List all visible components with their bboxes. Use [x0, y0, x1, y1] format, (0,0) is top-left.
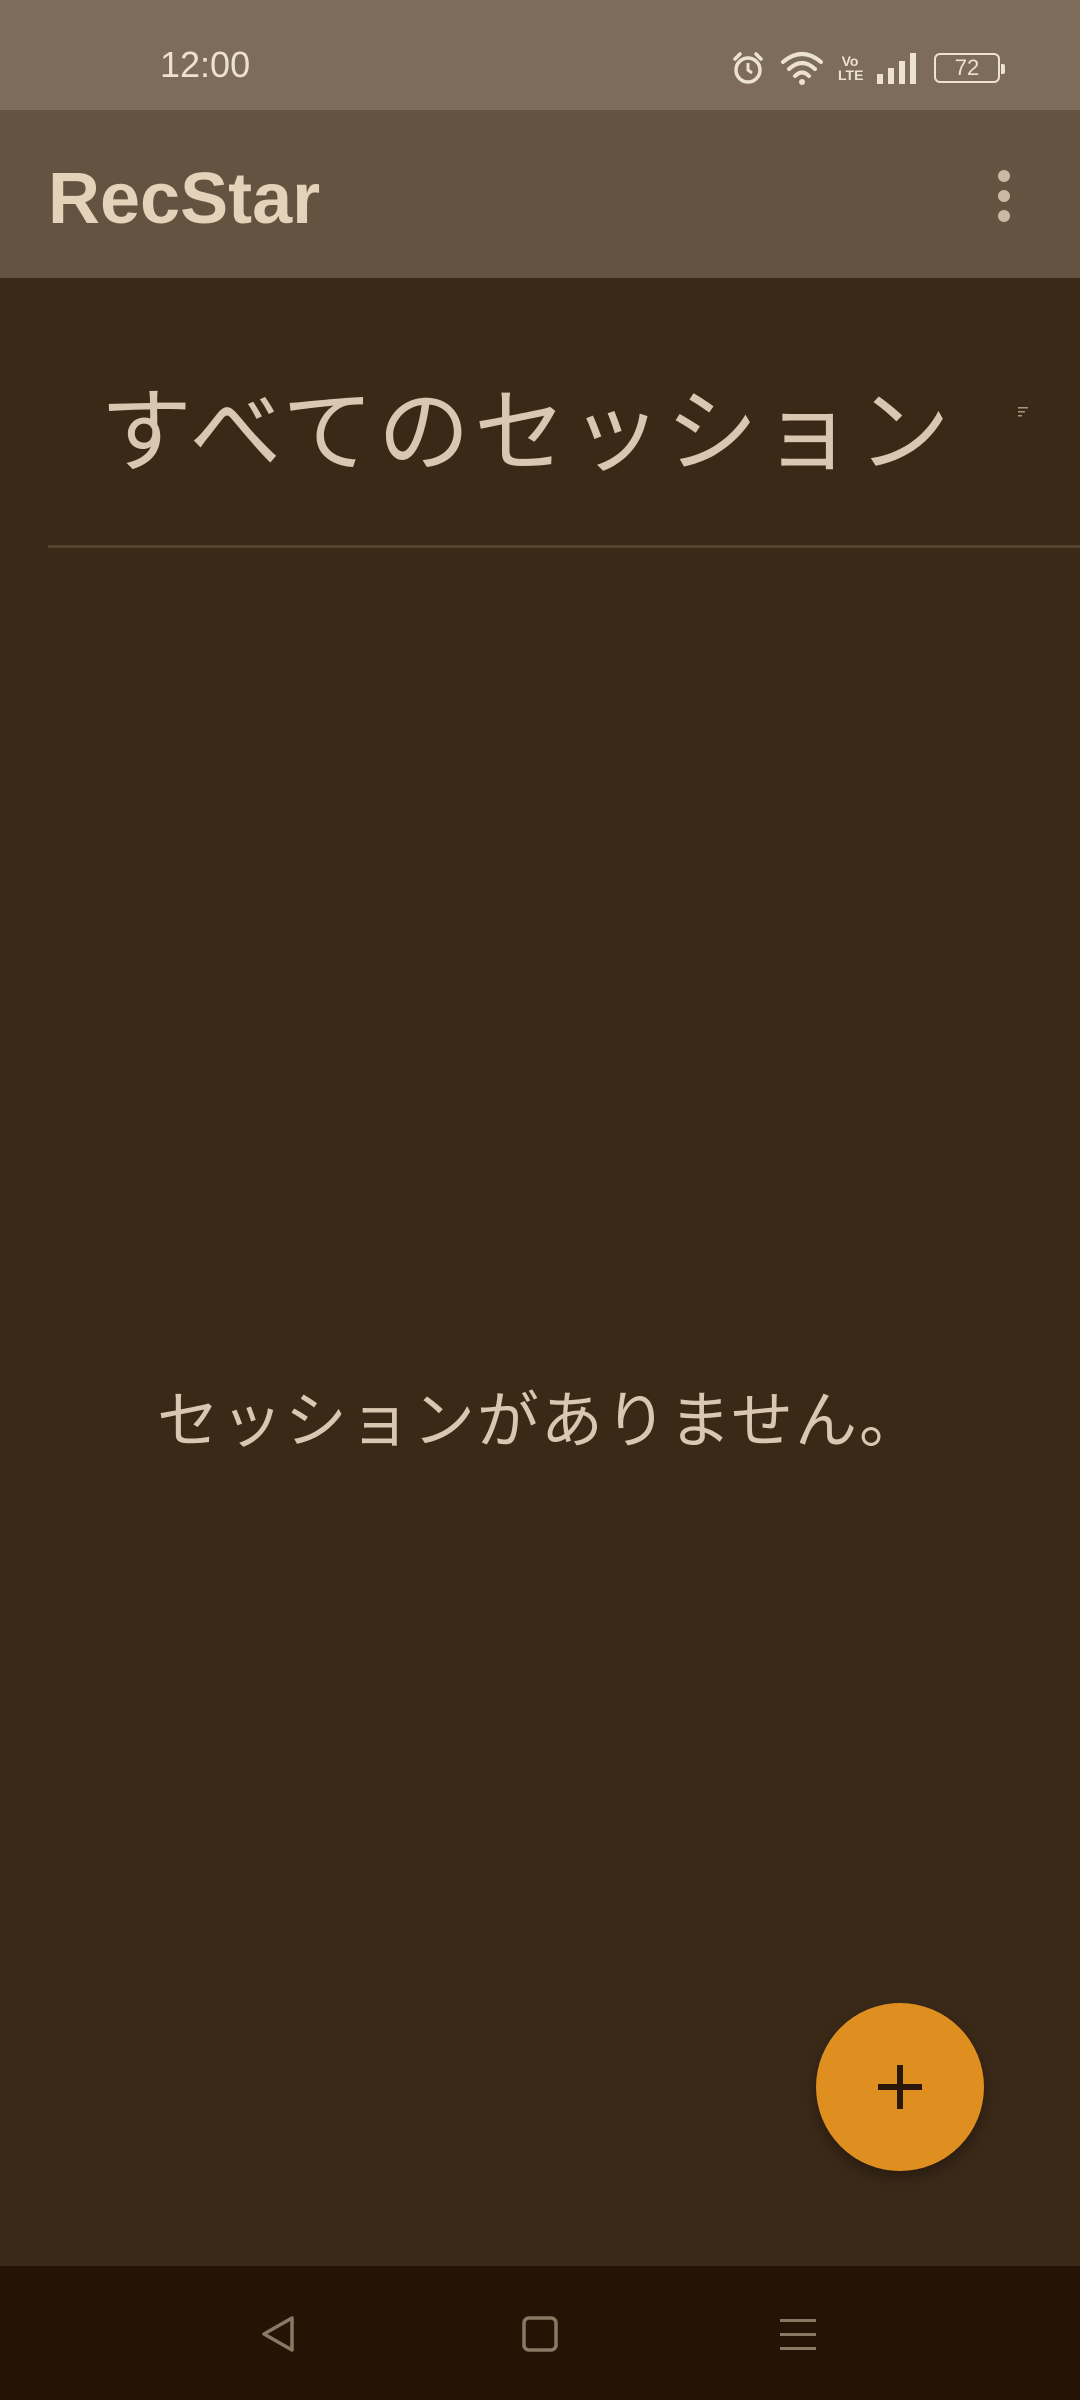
more-vert-icon-dot: [998, 210, 1010, 222]
app-title: RecStar: [48, 159, 321, 239]
more-options-button[interactable]: [982, 160, 1026, 232]
battery-level: 72: [954, 55, 980, 80]
add-session-button[interactable]: [816, 2003, 984, 2171]
status-icons: Vo LTE 72: [730, 48, 1005, 88]
app-bar: RecStar: [0, 110, 1080, 278]
more-vert-icon-dot: [998, 190, 1010, 202]
alarm-icon: [733, 52, 763, 84]
back-icon[interactable]: [252, 2306, 308, 2362]
section-title: すべてのセッション: [100, 379, 954, 486]
status-time: 12:00: [160, 44, 251, 85]
wifi-icon: [781, 52, 823, 85]
signal-icon: [877, 53, 916, 84]
home-icon[interactable]: [512, 2306, 568, 2362]
volte-top-label: Vo: [841, 53, 859, 69]
volte-icon: Vo LTE: [838, 53, 864, 83]
more-vert-icon-dot: [998, 170, 1010, 182]
plus-icon: [878, 2065, 922, 2109]
battery-icon: 72: [934, 53, 1005, 83]
volte-bottom-label: LTE: [838, 67, 864, 83]
sort-icon[interactable]: [1018, 406, 1032, 418]
navigation-bar: [0, 2266, 1080, 2400]
status-bar: 12:00 Vo LTE 72: [0, 0, 1080, 110]
empty-state-message: セッションがありません。: [156, 1384, 924, 1457]
section-divider: [48, 545, 1080, 548]
recents-icon[interactable]: [770, 2306, 826, 2362]
